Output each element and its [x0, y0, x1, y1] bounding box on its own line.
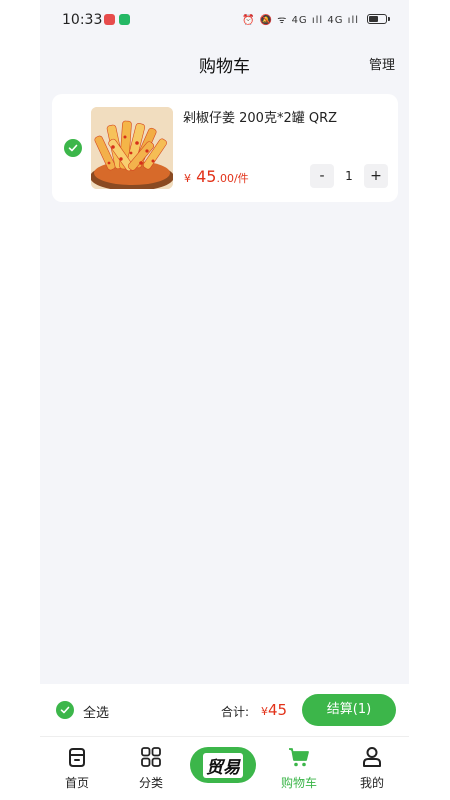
- tab-home-label: 首页: [64, 776, 89, 790]
- tab-category[interactable]: 分类: [114, 737, 188, 800]
- trade-logo-button[interactable]: 贸易: [190, 747, 256, 783]
- system-status-icons: ⏰ 🔕 ᯤ 4G ıll 4G ıll: [242, 15, 359, 26]
- pickled-ginger-image: [91, 107, 173, 189]
- trade-logo: 贸易: [203, 752, 243, 778]
- checkout-bar: 全选 合计: ¥45 结算(1): [40, 684, 409, 737]
- bottom-tab-bar: 首页 分类 贸易 购物车 我的: [40, 737, 409, 800]
- select-all-checkbox[interactable]: [56, 701, 74, 719]
- price-currency: ¥: [184, 172, 191, 185]
- item-select-checkbox[interactable]: [64, 139, 82, 157]
- page-title: 购物车: [199, 57, 250, 77]
- increase-quantity-button[interactable]: +: [364, 164, 388, 188]
- tab-home[interactable]: 首页: [40, 737, 114, 800]
- quantity-value[interactable]: 1: [334, 164, 364, 188]
- profile-icon: [363, 747, 381, 767]
- quantity-stepper: - 1 +: [310, 164, 388, 188]
- product-thumbnail[interactable]: [91, 107, 173, 189]
- total-value: 45: [268, 701, 288, 719]
- check-icon: [60, 706, 70, 714]
- cart-icon: [289, 748, 309, 767]
- status-bar: 10:33 ⏰ 🔕 ᯤ 4G ıll 4G ıll: [40, 0, 409, 40]
- check-icon: [68, 144, 78, 152]
- total-label: 合计:: [221, 705, 250, 719]
- checkout-button[interactable]: 结算(1): [302, 694, 396, 726]
- manage-button[interactable]: 管理: [369, 54, 395, 73]
- product-name[interactable]: 剁椒仔姜 200克*2罐 QRZ: [183, 107, 337, 126]
- total-amount: ¥45: [261, 700, 287, 719]
- select-all-label[interactable]: 全选: [83, 702, 109, 721]
- total-currency: ¥: [261, 705, 268, 718]
- category-grid-icon: [141, 747, 161, 767]
- wechat-notification-icon: [119, 14, 130, 25]
- tab-cart[interactable]: 购物车: [262, 737, 336, 800]
- home-icon: [69, 748, 85, 767]
- notification-app-icon: [104, 14, 115, 25]
- tab-category-label: 分类: [138, 776, 163, 790]
- tab-cart-label: 购物车: [280, 776, 317, 790]
- cart-item-card: 剁椒仔姜 200克*2罐 QRZ ¥ 45.00/件 - 1 +: [52, 94, 398, 202]
- price-unit: /件: [233, 172, 249, 185]
- tab-profile-label: 我的: [359, 776, 384, 790]
- product-price: ¥ 45.00/件: [184, 167, 249, 186]
- decrease-quantity-button[interactable]: -: [310, 164, 334, 188]
- status-time: 10:33: [62, 12, 103, 28]
- battery-icon: [367, 14, 390, 24]
- price-integer: 45: [196, 167, 217, 186]
- tab-profile[interactable]: 我的: [335, 737, 409, 800]
- price-decimal: .00: [216, 172, 234, 185]
- app-screen: 10:33 ⏰ 🔕 ᯤ 4G ıll 4G ıll 购物车 管理 剁椒仔姜 20…: [40, 0, 409, 800]
- nav-header: 购物车 管理: [40, 40, 409, 84]
